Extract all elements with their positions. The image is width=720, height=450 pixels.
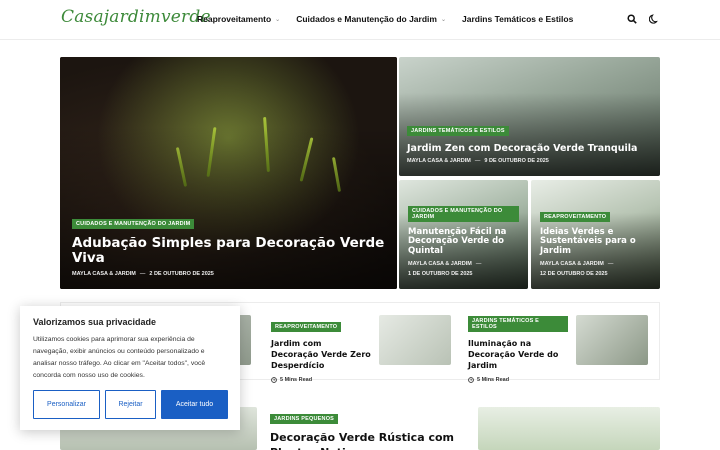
featured-post-bottom-left[interactable]: Cuidados e Manutenção do Jardim Manutenç… <box>399 180 528 289</box>
featured-post-main[interactable]: Cuidados e Manutenção do Jardim Adubação… <box>60 57 397 289</box>
post-title[interactable]: Ideias Verdes e Sustentáveis para o Jard… <box>540 227 651 257</box>
category-badge[interactable]: Cuidados e Manutenção do Jardim <box>408 205 519 222</box>
moon-icon[interactable] <box>648 13 660 25</box>
post-date: 9 de outubro de 2025 <box>484 158 549 164</box>
customize-button[interactable]: Personalizar <box>33 390 100 419</box>
category-badge[interactable]: Cuidados e Manutenção do Jardim <box>72 218 195 229</box>
read-time-label: 5 Mins Read <box>280 377 313 384</box>
post-title[interactable]: Manutenção Fácil na Decoração Verde do Q… <box>408 227 519 257</box>
nav-item-label: Cuidados e Manutenção do Jardim <box>296 14 437 24</box>
featured-post-bottom-right[interactable]: Reaproveitamento Ideias Verdes e Sustent… <box>531 180 660 289</box>
category-badge[interactable]: Reaproveitamento <box>271 322 342 332</box>
post-thumbnail[interactable] <box>478 407 660 450</box>
post-date: 2 de outubro de 2025 <box>149 271 214 277</box>
post-thumbnail[interactable] <box>379 315 451 365</box>
post-title[interactable]: Decoração Verde Rústica com Plantas Nati… <box>270 431 470 450</box>
nav-item-cuidados[interactable]: Cuidados e Manutenção do Jardim ⌄ <box>296 14 446 24</box>
read-time: 5 Mins Read <box>468 377 568 383</box>
reject-button[interactable]: Rejeitar <box>105 390 156 419</box>
post-title[interactable]: Adubação Simples para Decoração Verde Vi… <box>72 235 385 267</box>
category-badge[interactable]: Jardins Temáticos e Estilos <box>468 316 568 332</box>
accept-all-button[interactable]: Aceitar tudo <box>161 390 228 419</box>
category-badge[interactable]: Reaproveitamento <box>540 211 611 222</box>
site-header: Casajardimverde Reaproveitamento ⌄ Cuida… <box>0 0 720 40</box>
post-date: 1 de outubro de 2025 <box>408 271 473 277</box>
post-author[interactable]: Mayla Casa & Jardim <box>540 261 604 267</box>
nav-item-jardins-tematicos[interactable]: Jardins Temáticos e Estilos <box>462 14 573 24</box>
chevron-down-icon: ⌄ <box>440 16 446 23</box>
nav-item-reaproveitamento[interactable]: Reaproveitamento ⌄ <box>197 14 280 24</box>
post-title[interactable]: Jardim Zen com Decoração Verde Tranquila <box>407 143 652 154</box>
post-meta: Mayla Casa & Jardim — 9 de outubro de 20… <box>407 158 549 164</box>
clock-icon <box>271 377 277 384</box>
main-nav: Reaproveitamento ⌄ Cuidados e Manutenção… <box>197 14 573 24</box>
nav-item-label: Reaproveitamento <box>197 14 272 24</box>
featured-post-top-right[interactable]: Jardins Temáticos e Estilos Jardim Zen c… <box>399 57 660 176</box>
cookie-consent-dialog: Valorizamos sua privacidade Utilizamos c… <box>20 306 240 430</box>
cookie-text: Utilizamos cookies para aprimorar sua ex… <box>33 336 206 379</box>
clock-icon <box>468 377 474 384</box>
site-logo[interactable]: Casajardimverde <box>61 7 211 27</box>
post-thumbnail[interactable] <box>576 315 648 365</box>
cookie-title: Valorizamos sua privacidade <box>33 317 157 327</box>
post-author[interactable]: Mayla Casa & Jardim <box>407 158 471 164</box>
post-meta: Mayla Casa & Jardim — 1 de outubro de 20… <box>408 261 482 277</box>
category-badge[interactable]: Jardins Temáticos e Estilos <box>407 126 509 136</box>
post-author[interactable]: Mayla Casa & Jardim <box>72 271 136 277</box>
post-meta: Mayla Casa & Jardim — 12 de outubro de 2… <box>540 261 614 277</box>
search-icon[interactable] <box>626 13 638 25</box>
nav-item-label: Jardins Temáticos e Estilos <box>461 14 574 24</box>
post-title[interactable]: Jardim com Decoração Verde Zero Desperdí… <box>271 339 371 371</box>
read-time-label: 5 Mins Read <box>477 377 510 384</box>
read-time: 5 Mins Read <box>271 377 371 383</box>
category-badge[interactable]: Jardins Pequenos <box>270 414 339 424</box>
post-date: 12 de outubro de 2025 <box>540 271 608 277</box>
post-title[interactable]: Iluminação na Decoração Verde do Jardim <box>468 339 568 371</box>
post-author[interactable]: Mayla Casa & Jardim <box>408 261 472 267</box>
chevron-down-icon: ⌄ <box>275 16 281 23</box>
post-meta: Mayla Casa & Jardim — 2 de outubro de 20… <box>72 271 214 277</box>
